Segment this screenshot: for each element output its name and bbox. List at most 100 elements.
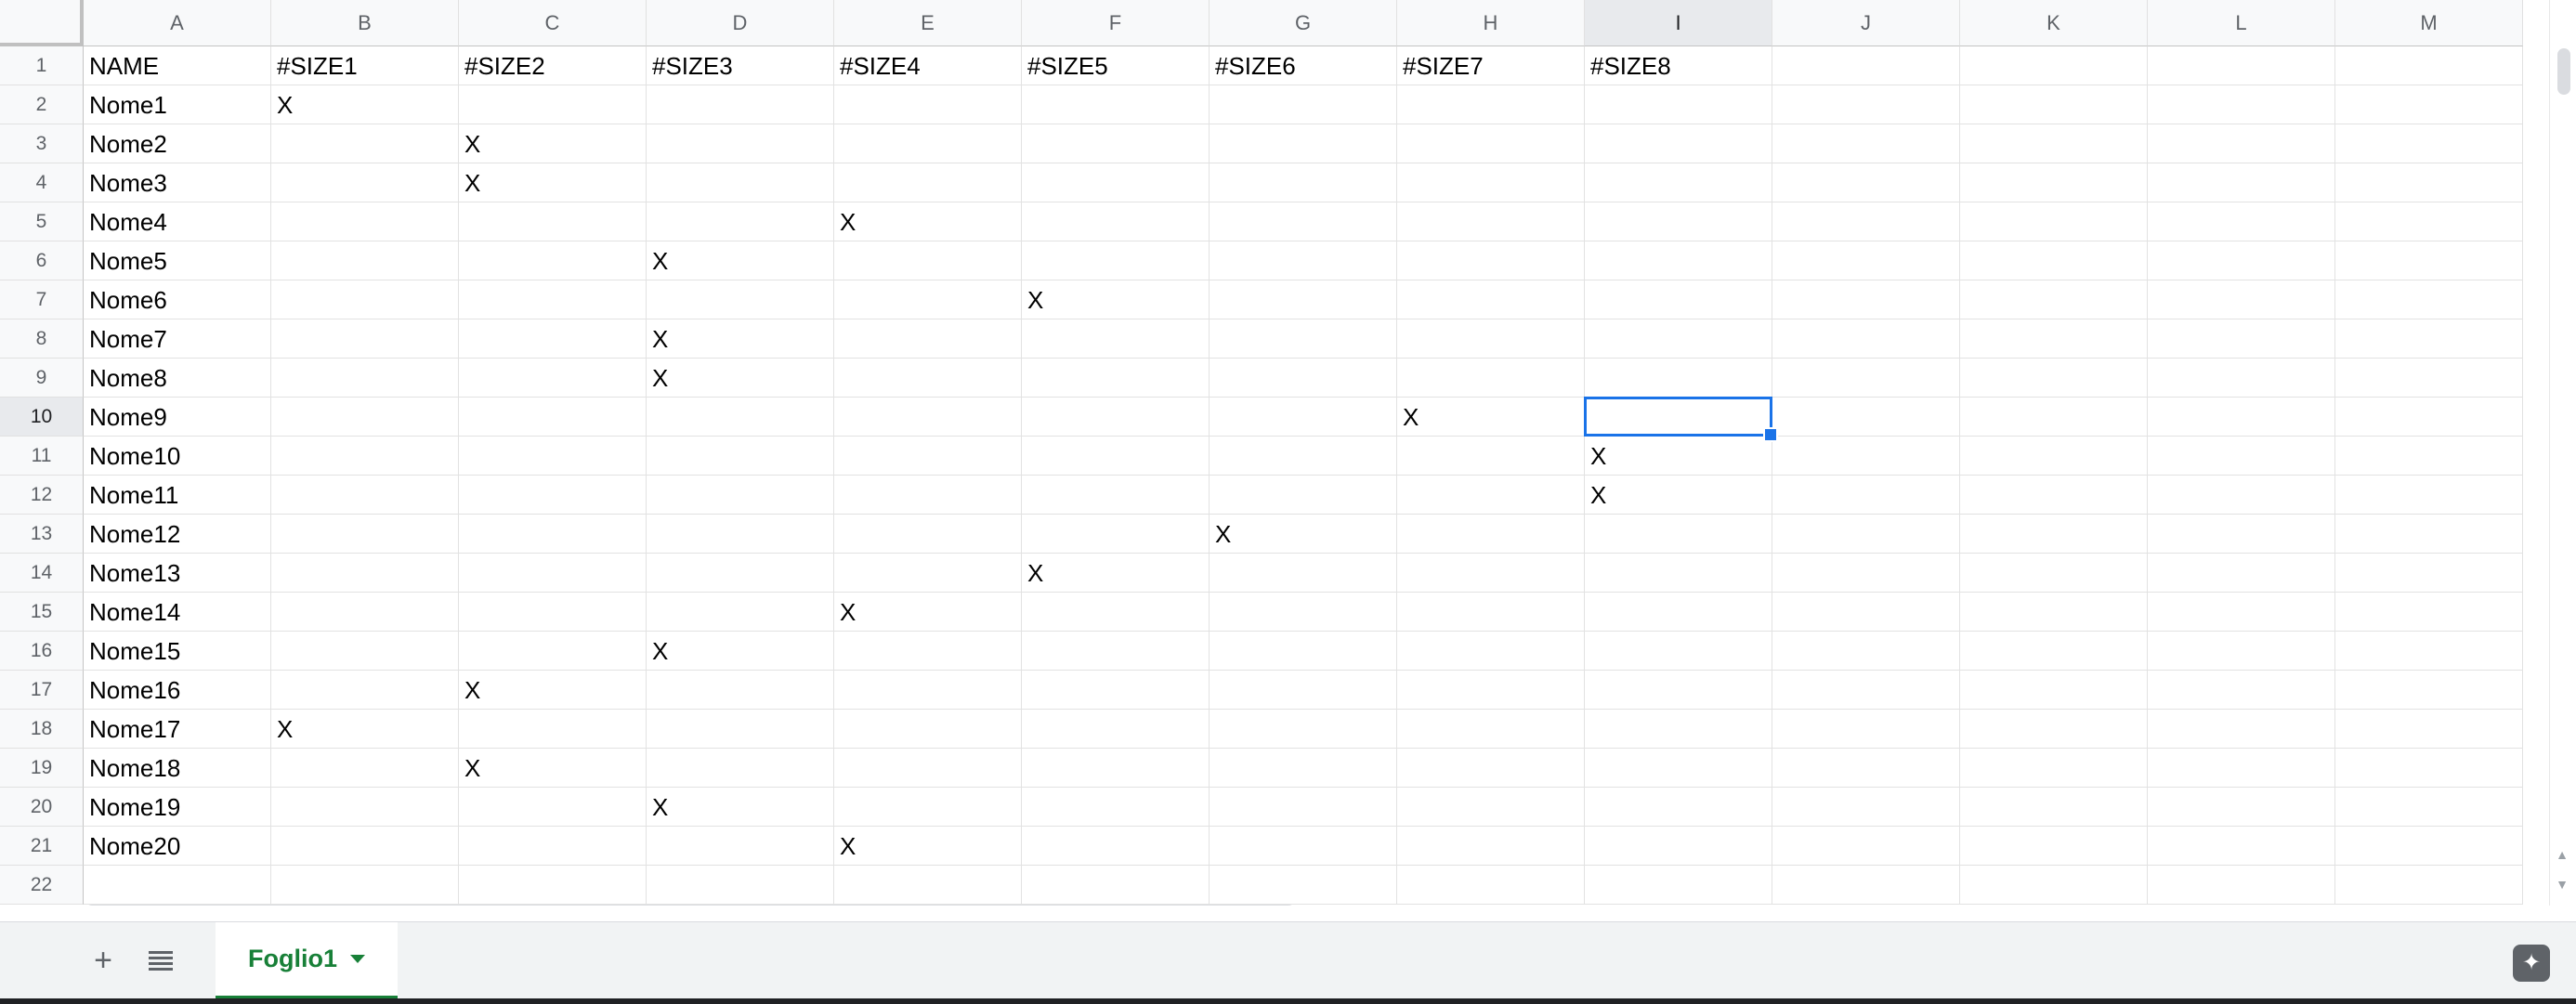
column-header-f[interactable]: F (1022, 0, 1210, 46)
cell-m1[interactable] (2335, 46, 2523, 85)
cell-k18[interactable] (1960, 710, 2148, 749)
cell-f21[interactable] (1022, 827, 1210, 866)
cell-c22[interactable] (459, 866, 647, 905)
cell-h19[interactable] (1397, 749, 1585, 788)
cell-e3[interactable] (834, 124, 1022, 163)
cell-d8[interactable]: X (647, 319, 834, 359)
cell-b5[interactable] (271, 202, 459, 241)
cell-d18[interactable] (647, 710, 834, 749)
horizontal-scrollbar[interactable] (84, 901, 2527, 906)
cell-k20[interactable] (1960, 788, 2148, 827)
cell-a12[interactable]: Nome11 (84, 476, 271, 515)
cell-k15[interactable] (1960, 593, 2148, 632)
cell-e22[interactable] (834, 866, 1022, 905)
cell-h7[interactable] (1397, 280, 1585, 319)
column-header-l[interactable]: L (2148, 0, 2335, 46)
cell-f12[interactable] (1022, 476, 1210, 515)
cell-e12[interactable] (834, 476, 1022, 515)
cell-j9[interactable] (1772, 359, 1960, 398)
cell-g2[interactable] (1210, 85, 1397, 124)
cell-e16[interactable] (834, 632, 1022, 671)
cell-e14[interactable] (834, 554, 1022, 593)
cell-g22[interactable] (1210, 866, 1397, 905)
cell-e4[interactable] (834, 163, 1022, 202)
cell-b16[interactable] (271, 632, 459, 671)
cell-i4[interactable] (1585, 163, 1772, 202)
cell-e19[interactable] (834, 749, 1022, 788)
cell-d3[interactable] (647, 124, 834, 163)
cell-l20[interactable] (2148, 788, 2335, 827)
cell-k9[interactable] (1960, 359, 2148, 398)
cell-m3[interactable] (2335, 124, 2523, 163)
cell-l17[interactable] (2148, 671, 2335, 710)
row-header-20[interactable]: 20 (0, 788, 84, 827)
cell-b3[interactable] (271, 124, 459, 163)
cell-e13[interactable] (834, 515, 1022, 554)
cell-d10[interactable] (647, 398, 834, 437)
cell-c6[interactable] (459, 241, 647, 280)
cell-h16[interactable] (1397, 632, 1585, 671)
cell-k1[interactable] (1960, 46, 2148, 85)
cell-f9[interactable] (1022, 359, 1210, 398)
cell-m17[interactable] (2335, 671, 2523, 710)
cell-j19[interactable] (1772, 749, 1960, 788)
cell-b21[interactable] (271, 827, 459, 866)
cell-f19[interactable] (1022, 749, 1210, 788)
cell-i3[interactable] (1585, 124, 1772, 163)
cell-l15[interactable] (2148, 593, 2335, 632)
cell-m8[interactable] (2335, 319, 2523, 359)
column-header-k[interactable]: K (1960, 0, 2148, 46)
column-header-a[interactable]: A (84, 0, 271, 46)
cell-c12[interactable] (459, 476, 647, 515)
cell-d5[interactable] (647, 202, 834, 241)
cell-d22[interactable] (647, 866, 834, 905)
cell-j4[interactable] (1772, 163, 1960, 202)
cell-k4[interactable] (1960, 163, 2148, 202)
row-header-9[interactable]: 9 (0, 359, 84, 398)
cell-h17[interactable] (1397, 671, 1585, 710)
cell-j6[interactable] (1772, 241, 1960, 280)
cell-c18[interactable] (459, 710, 647, 749)
column-header-g[interactable]: G (1210, 0, 1397, 46)
cell-e21[interactable]: X (834, 827, 1022, 866)
cell-j13[interactable] (1772, 515, 1960, 554)
column-header-m[interactable]: M (2335, 0, 2523, 46)
cell-l18[interactable] (2148, 710, 2335, 749)
cell-b18[interactable]: X (271, 710, 459, 749)
cell-m15[interactable] (2335, 593, 2523, 632)
cell-a6[interactable]: Nome5 (84, 241, 271, 280)
cell-j17[interactable] (1772, 671, 1960, 710)
cell-f18[interactable] (1022, 710, 1210, 749)
row-header-5[interactable]: 5 (0, 202, 84, 241)
cell-a1[interactable]: NAME (84, 46, 271, 85)
row-header-8[interactable]: 8 (0, 319, 84, 359)
cell-l12[interactable] (2148, 476, 2335, 515)
cell-l2[interactable] (2148, 85, 2335, 124)
cell-g21[interactable] (1210, 827, 1397, 866)
cell-k14[interactable] (1960, 554, 2148, 593)
cell-k22[interactable] (1960, 866, 2148, 905)
cell-b20[interactable] (271, 788, 459, 827)
cell-f2[interactable] (1022, 85, 1210, 124)
scroll-down-icon[interactable]: ▼ (2556, 877, 2569, 892)
cell-b11[interactable] (271, 437, 459, 476)
cell-g3[interactable] (1210, 124, 1397, 163)
cell-g13[interactable]: X (1210, 515, 1397, 554)
cell-j20[interactable] (1772, 788, 1960, 827)
cell-d15[interactable] (647, 593, 834, 632)
cell-g12[interactable] (1210, 476, 1397, 515)
cell-a2[interactable]: Nome1 (84, 85, 271, 124)
row-header-22[interactable]: 22 (0, 866, 84, 905)
cell-a19[interactable]: Nome18 (84, 749, 271, 788)
cell-l5[interactable] (2148, 202, 2335, 241)
cell-e1[interactable]: #SIZE4 (834, 46, 1022, 85)
cell-l1[interactable] (2148, 46, 2335, 85)
cell-h22[interactable] (1397, 866, 1585, 905)
cell-e9[interactable] (834, 359, 1022, 398)
row-header-6[interactable]: 6 (0, 241, 84, 280)
cell-m18[interactable] (2335, 710, 2523, 749)
cell-e20[interactable] (834, 788, 1022, 827)
cell-b17[interactable] (271, 671, 459, 710)
cell-e2[interactable] (834, 85, 1022, 124)
cell-k16[interactable] (1960, 632, 2148, 671)
